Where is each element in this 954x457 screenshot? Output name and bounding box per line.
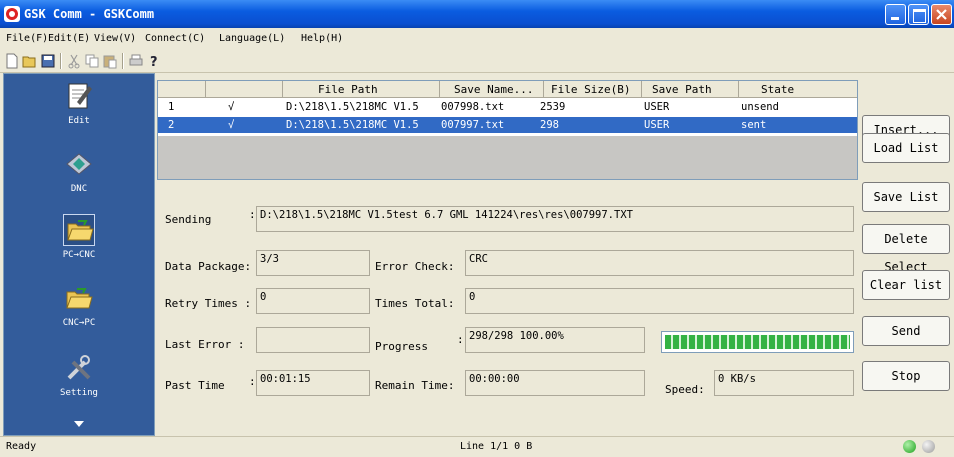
row-save-path: USER <box>644 119 670 131</box>
sidebar-item-edit[interactable]: Edit <box>4 78 154 138</box>
column-header[interactable]: File Size(B) <box>551 83 630 96</box>
times-total-field: 0 <box>465 288 854 314</box>
new-icon[interactable] <box>4 53 20 69</box>
retry-times-label: Retry Times : <box>165 297 252 310</box>
menu-view[interactable]: View(V) <box>94 33 136 44</box>
clear-list-button[interactable]: Clear list <box>862 270 950 300</box>
row-size: 298 <box>540 119 559 131</box>
stop-button[interactable]: Stop <box>862 361 950 391</box>
row-save-name: 007998.txt <box>441 101 505 113</box>
table-row[interactable]: 2 √ D:\218\1.5\218MC V1.5 007997.txt 298… <box>158 117 857 133</box>
remain-time-field: 00:00:00 <box>465 370 645 396</box>
error-check-field: CRC <box>465 250 854 276</box>
toolbar: ? <box>0 50 954 73</box>
row-check: √ <box>228 119 235 131</box>
tools-icon <box>63 352 95 384</box>
table-header: File Path Save Name... File Size(B) Save… <box>158 81 857 98</box>
row-path: D:\218\1.5\218MC V1.5 <box>286 119 419 131</box>
folder-open-icon <box>63 282 95 314</box>
progress-bar-fill <box>665 335 850 349</box>
row-size: 2539 <box>540 101 566 113</box>
times-total-label: Times Total: <box>375 297 455 310</box>
row-index: 2 <box>168 119 175 131</box>
status-bar: Ready Line 1/1 0 B <box>0 436 954 457</box>
sending-path-field: D:\218\1.5\218MC V1.5test 6.7 GML 141224… <box>256 206 854 232</box>
print-icon[interactable] <box>128 53 144 69</box>
sidebar: Edit DNC PC→CNC CNC→PC Setting <box>3 73 155 436</box>
status-line-info: Line 1/1 0 B <box>460 441 533 452</box>
sidebar-item-label: PC→CNC <box>62 250 96 260</box>
copy-icon[interactable] <box>84 53 100 69</box>
save-list-button[interactable]: Save List <box>862 182 950 212</box>
sidebar-item-label: DNC <box>70 184 88 194</box>
column-header[interactable]: File Path <box>318 83 378 96</box>
table-row[interactable]: 1 √ D:\218\1.5\218MC V1.5 007998.txt 253… <box>158 99 857 115</box>
progress-text-field: 298/298 100.00% <box>465 327 645 353</box>
close-icon <box>936 9 947 20</box>
connection-status-icon <box>903 440 916 453</box>
last-error-field <box>256 327 370 353</box>
speed-field: 0 KB/s <box>714 370 854 396</box>
delete-select-button[interactable]: Delete Select <box>862 224 950 274</box>
remain-time-label: Remain Time: <box>375 379 455 392</box>
minimize-button[interactable] <box>885 4 906 25</box>
row-check: √ <box>228 101 235 113</box>
dnc-icon <box>63 148 95 180</box>
open-icon[interactable] <box>22 53 38 69</box>
help-icon[interactable]: ? <box>146 53 162 70</box>
row-save-path: USER <box>644 101 670 113</box>
send-button[interactable]: Send <box>862 316 950 346</box>
file-list-table[interactable]: File Path Save Name... File Size(B) Save… <box>157 80 858 180</box>
cut-icon[interactable] <box>66 53 82 69</box>
progress-bar <box>661 331 854 353</box>
folder-open-icon <box>63 214 95 246</box>
menu-file[interactable]: File(F) <box>6 33 48 44</box>
past-time-field: 00:01:15 <box>256 370 370 396</box>
row-index: 1 <box>168 101 175 113</box>
save-icon[interactable] <box>40 53 56 69</box>
speed-label: Speed: <box>665 383 705 396</box>
data-package-field: 3/3 <box>256 250 370 276</box>
last-error-label: Last Error : <box>165 338 245 351</box>
sidebar-item-label: Edit <box>68 116 90 126</box>
svg-text:?: ? <box>150 55 158 69</box>
sending-label: Sending <box>165 213 212 226</box>
transfer-status-panel: Sending : D:\218\1.5\218MC V1.5test 6.7 … <box>157 183 858 436</box>
row-state: unsend <box>741 101 779 113</box>
load-list-button[interactable]: Load List <box>862 133 950 163</box>
row-save-name: 007997.txt <box>441 119 505 131</box>
sidebar-item-label: Setting <box>60 388 98 398</box>
menu-help[interactable]: Help(H) <box>301 33 343 44</box>
menu-connect[interactable]: Connect(C) <box>145 33 205 44</box>
error-check-label: Error Check: <box>375 260 455 273</box>
maximize-button[interactable] <box>908 4 929 25</box>
retry-times-field: 0 <box>256 288 370 314</box>
past-time-label: Past Time <box>165 379 225 392</box>
column-header[interactable]: State <box>761 83 794 96</box>
menu-language[interactable]: Language(L) <box>219 33 285 44</box>
row-state: sent <box>741 119 767 131</box>
edit-icon <box>63 80 95 112</box>
status-ready: Ready <box>6 441 37 452</box>
column-header[interactable]: Save Path <box>652 83 712 96</box>
paste-icon[interactable] <box>102 53 118 69</box>
sidebar-item-label: CNC→PC <box>62 318 96 328</box>
scroll-down-icon[interactable] <box>73 419 85 429</box>
progress-label: Progress <box>375 340 428 353</box>
idle-status-icon <box>922 440 935 453</box>
window-title: GSK Comm - GSKComm <box>24 7 155 21</box>
sidebar-item-setting[interactable]: Setting <box>4 350 154 410</box>
sidebar-item-cnc-to-pc[interactable]: CNC→PC <box>4 280 154 340</box>
sidebar-item-pc-to-cnc[interactable]: PC→CNC <box>4 212 154 272</box>
menu-bar: File(F) Edit(E) View(V) Connect(C) Langu… <box>0 28 954 50</box>
menu-edit[interactable]: Edit(E) <box>48 33 90 44</box>
row-path: D:\218\1.5\218MC V1.5 <box>286 101 419 113</box>
column-header[interactable]: Save Name... <box>454 83 533 96</box>
close-button[interactable] <box>931 4 952 25</box>
title-bar: GSK Comm - GSKComm <box>0 0 954 28</box>
app-logo-icon <box>4 6 20 22</box>
table-empty-area <box>158 136 857 179</box>
data-package-label: Data Package: <box>165 260 252 273</box>
sidebar-item-dnc[interactable]: DNC <box>4 146 154 206</box>
